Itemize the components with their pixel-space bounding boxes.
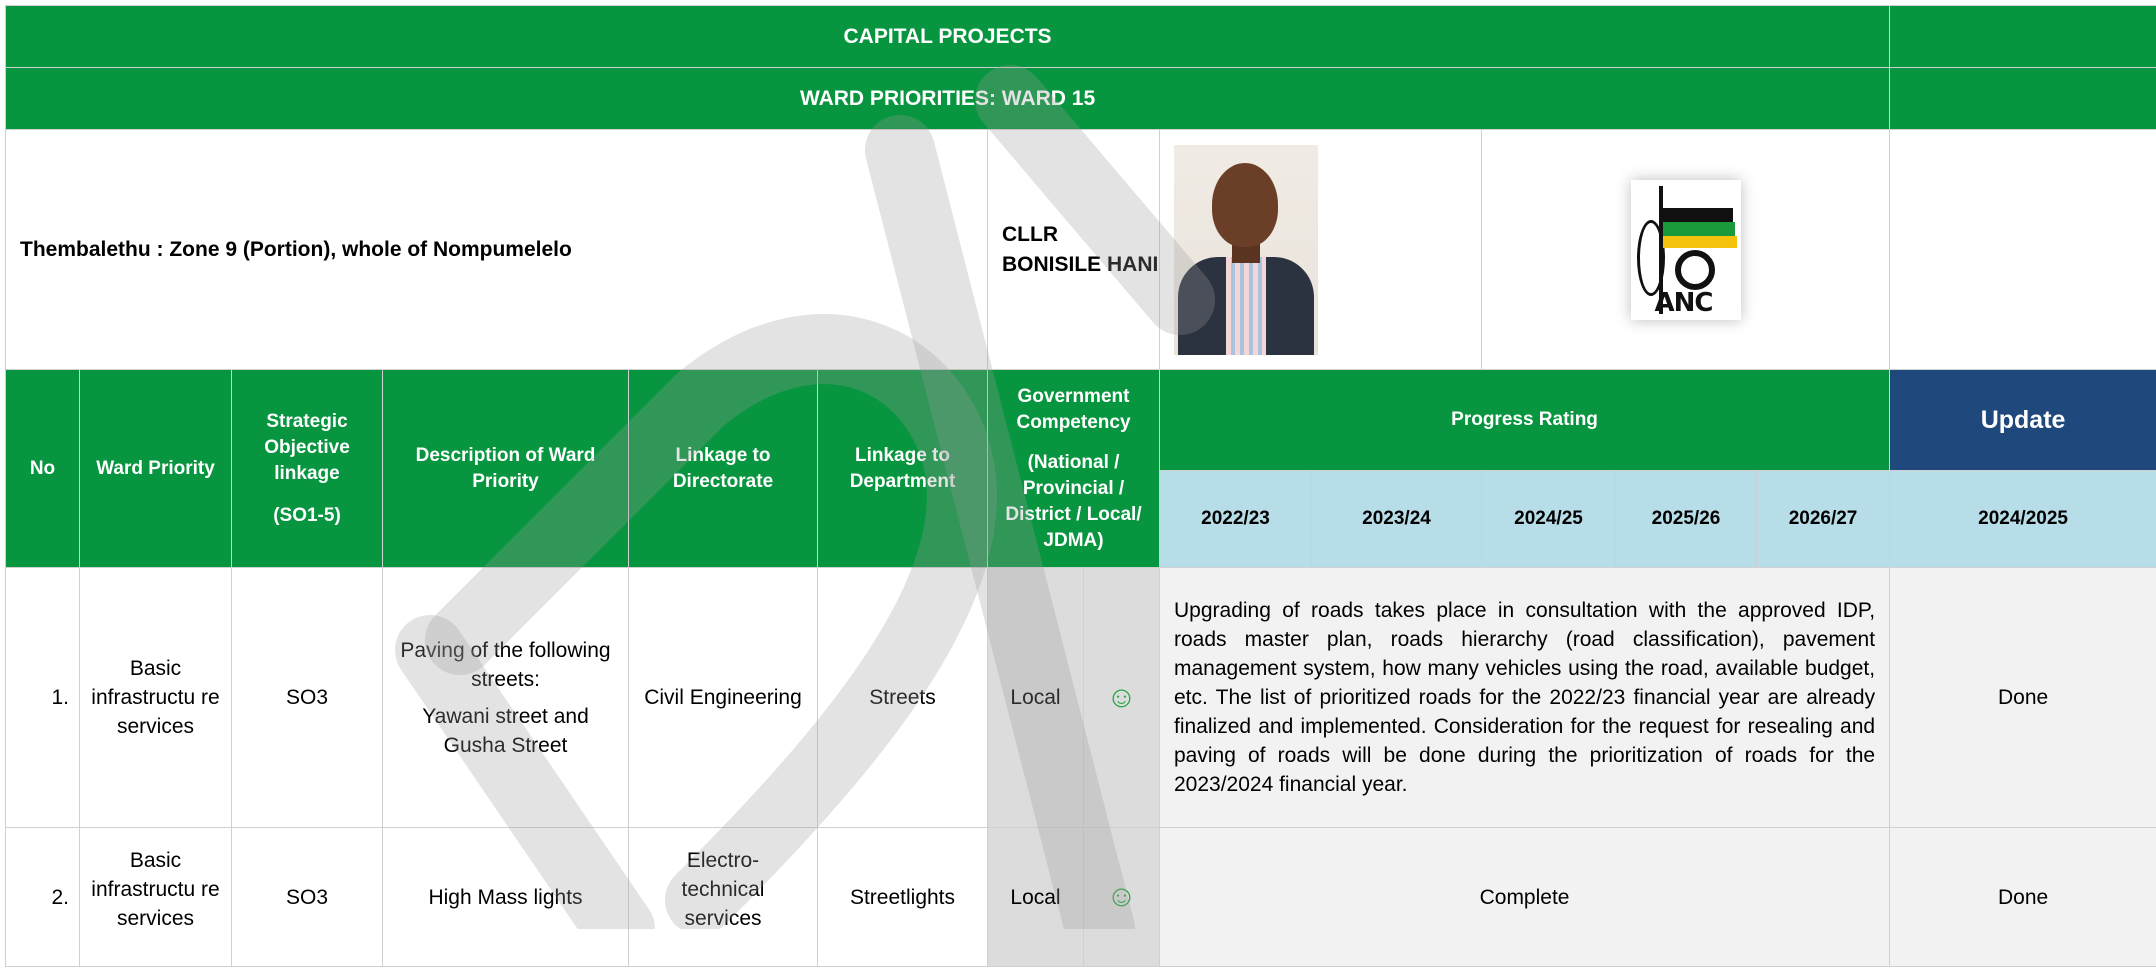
councillor-photo: [1174, 145, 1318, 355]
ward-priority: Basic infrastructu re services: [80, 568, 232, 828]
party-logo-cell: ANC: [1482, 130, 1890, 370]
header-department: Linkage to Department: [818, 370, 988, 568]
header-ward-priority: Ward Priority: [80, 370, 232, 568]
department: Streets: [818, 568, 988, 828]
ward-priorities-table: CAPITAL PROJECTS WARD PRIORITIES: WARD 1…: [5, 5, 2156, 967]
header-directorate: Linkage to Directorate: [629, 370, 818, 568]
header-description: Description of Ward Priority: [383, 370, 629, 568]
ward-area: Thembalethu : Zone 9 (Portion), whole of…: [6, 130, 988, 370]
priority-description: Paving of the following streets: Yawani …: [383, 568, 629, 828]
ward-priority: Basic infrastructu re services: [80, 828, 232, 967]
year-2025-26: 2025/26: [1616, 471, 1757, 568]
department: Streetlights: [818, 828, 988, 967]
row-number: 1.: [6, 568, 80, 828]
priority-description: High Mass lights: [383, 828, 629, 967]
header-government-competency: Government Competency (National / Provin…: [988, 370, 1160, 568]
update-status: Done: [1890, 568, 2156, 828]
update-status: Done: [1890, 828, 2156, 967]
year-2023-24: 2023/24: [1312, 471, 1482, 568]
smiley-icon: ☺: [1084, 568, 1160, 828]
table-row: 2. Basic infrastructu re services SO3 Hi…: [6, 828, 2156, 967]
header-progress-rating: Progress Rating: [1160, 370, 1890, 471]
update-year: 2024/2025: [1890, 471, 2156, 568]
row-number: 2.: [6, 828, 80, 967]
year-2024-25: 2024/25: [1482, 471, 1616, 568]
directorate: Civil Engineering: [629, 568, 818, 828]
ward-subtitle: WARD PRIORITIES: WARD 15: [6, 68, 1890, 130]
strategic-objective: SO3: [232, 828, 383, 967]
anc-logo-icon: ANC: [1631, 180, 1741, 320]
year-2026-27: 2026/27: [1757, 471, 1890, 568]
info-filler: [1890, 130, 2156, 370]
subtitle-filler: [1890, 68, 2156, 130]
progress-notes: Complete: [1160, 828, 1890, 967]
table-row: 1. Basic infrastructu re services SO3 Pa…: [6, 568, 2156, 828]
header-no: No: [6, 370, 80, 568]
competency: Local: [988, 828, 1084, 967]
smiley-icon: ☺: [1084, 828, 1160, 967]
progress-notes: Upgrading of roads takes place in consul…: [1160, 568, 1890, 828]
strategic-objective: SO3: [232, 568, 383, 828]
header-strategic: Strategic Objective linkage (SO1-5): [232, 370, 383, 568]
year-2022-23: 2022/23: [1160, 471, 1312, 568]
councillor-photo-cell: [1160, 130, 1482, 370]
councillor-name: CLLR BONISILE HANI: [988, 130, 1160, 370]
directorate: Electro- technical services: [629, 828, 818, 967]
competency: Local: [988, 568, 1084, 828]
page-title: CAPITAL PROJECTS: [6, 6, 1890, 68]
title-filler: [1890, 6, 2156, 68]
header-update: Update: [1890, 370, 2156, 471]
